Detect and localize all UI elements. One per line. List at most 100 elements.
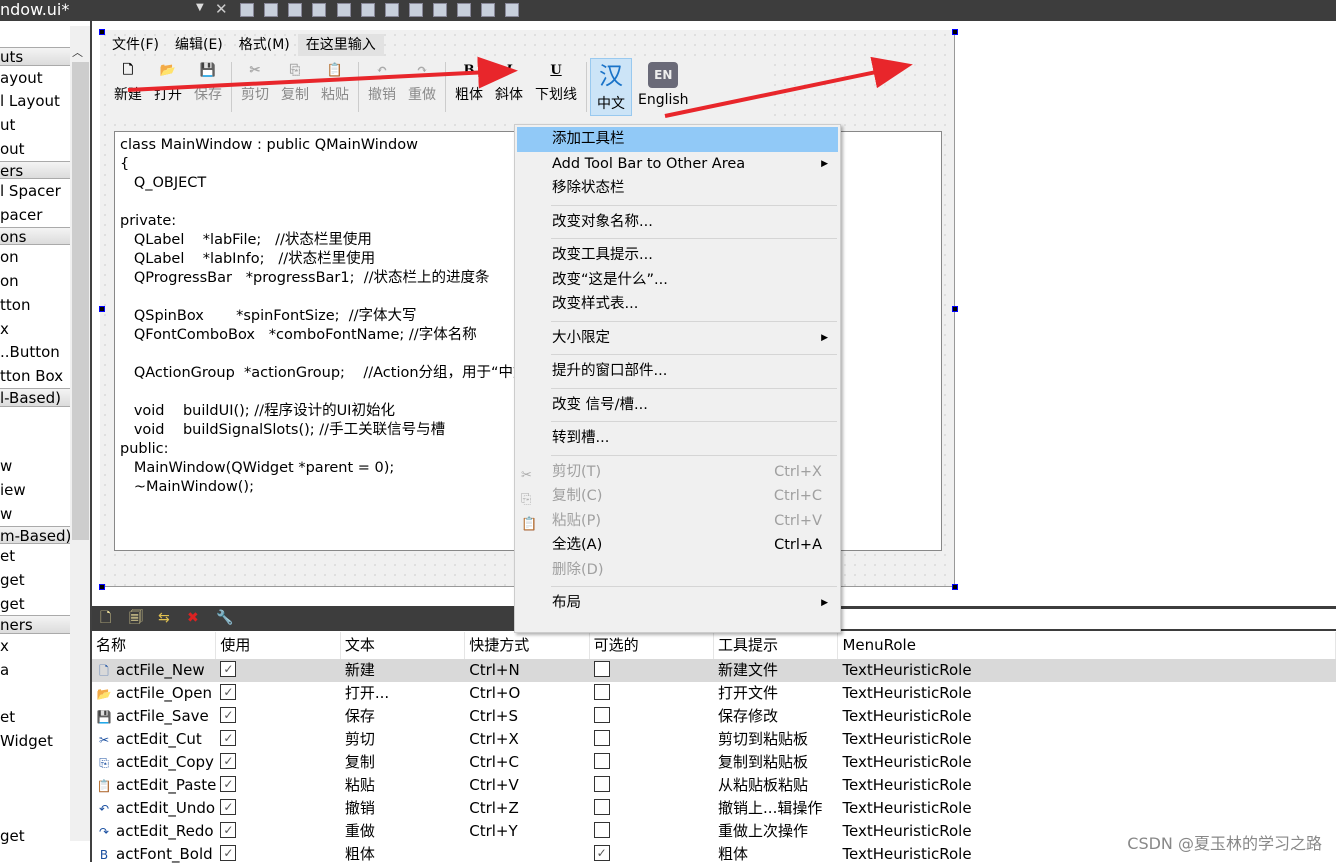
new-action-icon[interactable]: 🗋 [100, 610, 114, 627]
context-menu-item[interactable]: Add Tool Bar to Other Area ▶ [515, 152, 840, 177]
toolbar-button-underline[interactable]: U 下划线 [529, 58, 583, 116]
widget-item[interactable]: tton [0, 293, 70, 317]
horizontal-layout-icon[interactable] [337, 3, 351, 17]
widget-item[interactable]: ayout [0, 66, 70, 90]
widget-item[interactable]: out [0, 137, 70, 161]
toolbar-button-redo[interactable]: ↷ 重做 [402, 58, 442, 116]
widget-item[interactable]: pacer [0, 203, 70, 227]
widget-category[interactable]: ners [0, 615, 70, 634]
used-checkbox[interactable]: ✓ [220, 799, 237, 815]
widget-item[interactable] [0, 753, 70, 777]
widget-item[interactable] [0, 407, 70, 431]
checkable-checkbox[interactable] [593, 684, 610, 700]
widget-item[interactable] [0, 430, 70, 454]
context-menu-item[interactable]: 改变 信号/槽... [515, 393, 840, 418]
widget-category[interactable]: m-Based) [0, 525, 70, 545]
resize-handle[interactable] [952, 584, 958, 590]
used-checkbox[interactable]: ✓ [220, 822, 237, 838]
widget-item[interactable]: x [0, 317, 70, 341]
scroll-up-icon[interactable]: ︿ [72, 44, 83, 60]
widget-item[interactable]: l Layout [0, 89, 70, 113]
toolbar-button-copy[interactable]: ⎘ 复制 [275, 58, 315, 116]
grid-layout-icon[interactable] [457, 3, 471, 17]
column-header[interactable]: 工具提示 [714, 632, 839, 659]
table-row[interactable]: 🗋 actFile_New ✓ 新建 Ctrl+N 新建文件 TextHeuristicRo… [92, 659, 1336, 682]
checkable-checkbox[interactable] [593, 753, 610, 769]
widget-item[interactable]: on [0, 245, 70, 269]
close-icon[interactable]: ✕ [215, 0, 228, 18]
context-menu-item[interactable]: 大小限定 ▶ [515, 326, 840, 351]
toolbar-button-new-file[interactable]: 🗋 新建 [108, 58, 148, 116]
checkable-checkbox[interactable] [593, 822, 610, 838]
toolbar-button-bold[interactable]: B 粗体 [449, 58, 489, 116]
column-header[interactable]: 使用 [216, 632, 341, 659]
context-menu-item[interactable]: 布局 ▶ [515, 591, 840, 616]
checkable-checkbox[interactable] [593, 661, 610, 677]
table-row[interactable]: ⎘ actEdit_Copy ✓ 复制 Ctrl+C 复制到粘贴板 TextHeuristi… [92, 751, 1336, 774]
column-header[interactable]: 文本 [341, 632, 466, 659]
checkable-checkbox[interactable]: ✓ [593, 845, 610, 861]
edit-buddies-icon[interactable] [288, 3, 302, 17]
widget-item[interactable]: l Spacer [0, 179, 70, 203]
toolbar-button-italic[interactable]: I 斜体 [489, 58, 529, 116]
copy-action-icon[interactable]: 🗐 [129, 610, 143, 627]
menu-item[interactable]: 文件(F) [104, 34, 167, 56]
context-menu-item[interactable]: 全选(A) Ctrl+A [515, 533, 840, 558]
checkable-checkbox[interactable] [593, 707, 610, 723]
file-tab-title[interactable]: ndow.ui* [0, 0, 69, 20]
table-row[interactable]: ↶ actEdit_Undo ✓ 撤销 Ctrl+Z 撤销上...辑操作 TextHeuri… [92, 797, 1336, 820]
context-menu-item[interactable]: 改变工具提示... [515, 243, 840, 268]
toolbar-button-chinese[interactable]: 汉中文 [590, 58, 632, 116]
used-checkbox[interactable]: ✓ [220, 753, 237, 769]
edit-widgets-icon[interactable] [240, 3, 254, 17]
break-layout-icon[interactable] [481, 3, 495, 17]
adjust-size-icon[interactable] [505, 3, 519, 17]
used-checkbox[interactable]: ✓ [220, 776, 237, 792]
column-header[interactable]: MenuRole [838, 632, 1336, 659]
used-checkbox[interactable]: ✓ [220, 730, 237, 746]
context-menu-item[interactable]: 添加工具栏 [517, 127, 838, 152]
used-checkbox[interactable]: ✓ [220, 661, 237, 677]
context-menu-item[interactable]: 📋 粘贴(P) Ctrl+V [515, 509, 840, 534]
form-layout-icon[interactable] [433, 3, 447, 17]
widget-item[interactable]: on [0, 269, 70, 293]
widget-item[interactable]: ..Button [0, 340, 70, 364]
column-header[interactable]: 名称 [92, 632, 217, 659]
toolbar-button-english[interactable]: EN English [632, 58, 695, 116]
context-menu-item[interactable]: 转到槽... [515, 426, 840, 451]
checkable-checkbox[interactable] [593, 730, 610, 746]
widget-item[interactable]: et [0, 705, 70, 729]
toolbar-button-cut[interactable]: ✂ 剪切 [235, 58, 275, 116]
sidebar-scrollbar-thumb[interactable] [72, 62, 89, 540]
toolbar-button-save[interactable]: 💾 保存 [188, 58, 228, 116]
column-header[interactable]: 快捷方式 [465, 632, 590, 659]
widget-category[interactable]: uts [0, 47, 70, 66]
toolbar-button-folder-open[interactable]: 📂 打开 [148, 58, 188, 116]
edit-tab-order-icon[interactable] [312, 3, 326, 17]
context-menu-item[interactable]: 改变对象名称... [515, 210, 840, 235]
used-checkbox[interactable]: ✓ [220, 707, 237, 723]
table-row[interactable]: 💾 actFile_Save ✓ 保存 Ctrl+S 保存修改 TextHeuristicR… [92, 705, 1336, 728]
resize-handle[interactable] [99, 306, 105, 312]
widget-item[interactable]: Widget [0, 729, 70, 753]
used-checkbox[interactable]: ✓ [220, 684, 237, 700]
configure-icon[interactable]: 🔧 [216, 610, 233, 627]
widget-item[interactable] [0, 682, 70, 706]
paste-action-icon[interactable]: ⇆ [158, 610, 172, 627]
widget-item[interactable] [0, 801, 70, 825]
context-menu-item[interactable]: 改变“这是什么”... [515, 268, 840, 293]
edit-signals-slots-icon[interactable] [264, 3, 278, 17]
widget-category[interactable]: l-Based) [0, 388, 70, 407]
toolbar-button-paste[interactable]: 📋 粘贴 [315, 58, 355, 116]
menu-type-here[interactable]: 在这里输入 [297, 34, 384, 56]
widget-category[interactable]: ers [0, 160, 70, 180]
context-menu-item[interactable]: 提升的窗口部件... [515, 359, 840, 384]
widget-item[interactable]: iew [0, 478, 70, 502]
context-menu-item[interactable]: ✂ 剪切(T) Ctrl+X [515, 460, 840, 485]
table-row[interactable]: 📋 actEdit_Paste ✓ 粘贴 Ctrl+V 从粘贴板粘贴 TextHeurist… [92, 774, 1336, 797]
chevron-down-icon[interactable]: ▼ [196, 2, 204, 13]
menu-item[interactable]: 格式(M) [231, 34, 298, 56]
resize-handle[interactable] [952, 29, 958, 35]
widget-item[interactable]: ut [0, 113, 70, 137]
context-menu-item[interactable]: 删除(D) [515, 558, 840, 583]
